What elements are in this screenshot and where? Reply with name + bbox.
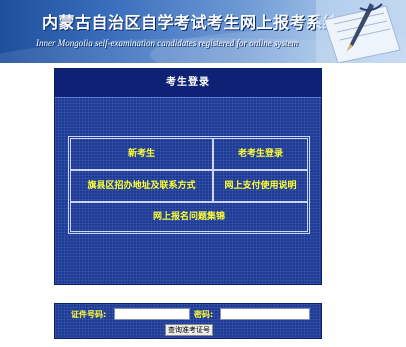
password-input[interactable] <box>220 308 310 320</box>
site-title: 内蒙古自治区自学考试考生网上报考系统 <box>42 13 340 32</box>
header-banner: 内蒙古自治区自学考试考生网上报考系统 Inner Mongolia self-e… <box>0 0 406 63</box>
county-office-contacts-link[interactable]: 旗县区招办地址及联系方式 <box>70 170 213 202</box>
id-number-input[interactable] <box>114 308 190 320</box>
login-panel: 考生登录 新考生 老考生登录 旗县区招办地址及联系方式 网上支付使用说明 网上报… <box>54 68 322 285</box>
login-panel-title: 考生登录 <box>55 69 321 98</box>
admission-ticket-query-form: 证件号码: 密码: 查询准考证号 <box>54 303 322 339</box>
new-candidate-link[interactable]: 新考生 <box>70 138 213 170</box>
pen-and-paper-icon <box>316 0 406 63</box>
online-payment-guide-link[interactable]: 网上支付使用说明 <box>213 170 308 202</box>
login-menu: 新考生 老考生登录 旗县区招办地址及联系方式 网上支付使用说明 网上报名问题集锦 <box>68 136 310 234</box>
id-number-label: 证件号码: <box>71 310 107 319</box>
returning-candidate-login-link[interactable]: 老考生登录 <box>213 138 308 170</box>
password-label: 密码: <box>194 310 214 319</box>
query-admission-number-button[interactable]: 查询准考证号 <box>165 324 213 336</box>
registration-faq-link[interactable]: 网上报名问题集锦 <box>70 202 308 232</box>
site-subtitle: Inner Mongolia self-examination candidat… <box>36 38 299 48</box>
